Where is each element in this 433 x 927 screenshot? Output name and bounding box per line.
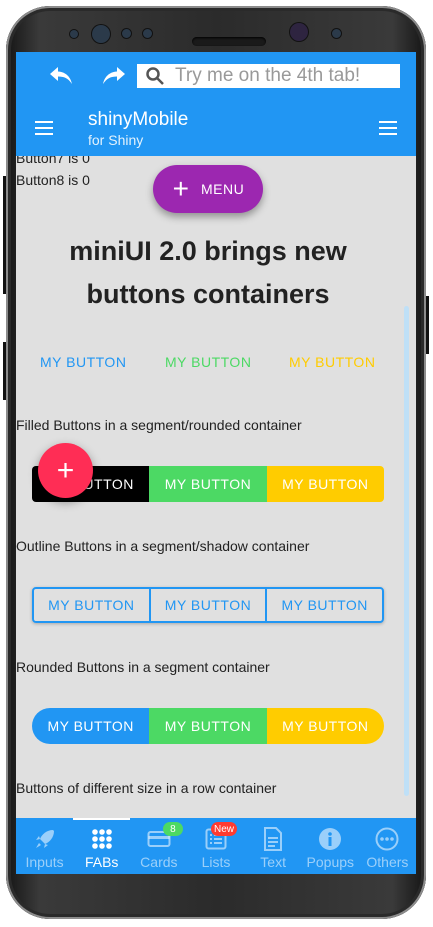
tab-inputs[interactable]: Inputs: [16, 818, 73, 874]
side-button-right: [426, 296, 429, 354]
tab-label: Cards: [140, 854, 178, 870]
front-camera-icon: [92, 25, 110, 43]
tab-label: Lists: [201, 854, 231, 870]
tab-label: Others: [366, 854, 409, 870]
list-icon: New: [203, 822, 237, 852]
tab-others[interactable]: Others: [359, 818, 416, 874]
filled-button-yellow[interactable]: MY BUTTON: [266, 466, 384, 502]
speaker-grill: [192, 37, 266, 46]
navbar: shinyMobile for Shiny: [16, 52, 416, 156]
page-headline: miniUI 2.0 brings new buttons containers: [69, 236, 347, 309]
add-fab-button[interactable]: +: [38, 443, 93, 498]
sensor-dot: [143, 29, 152, 38]
rounded-button-blue[interactable]: MY BUTTON: [32, 708, 150, 744]
plain-button-green[interactable]: MY BUTTON: [165, 354, 251, 370]
document-icon: [260, 826, 286, 852]
tab-cards[interactable]: 8 Cards: [130, 818, 187, 874]
sensor-dot: [122, 29, 131, 38]
rounded-button-yellow[interactable]: MY BUTTON: [266, 708, 384, 744]
rounded-button-green[interactable]: MY BUTTON: [149, 708, 267, 744]
plain-button-yellow[interactable]: MY BUTTON: [289, 354, 375, 370]
tab-fabs[interactable]: FABs: [73, 818, 131, 874]
searchbar[interactable]: [137, 64, 400, 88]
undo-icon[interactable]: [46, 61, 76, 91]
app-screen: shinyMobile for Shiny Button7 is 0 Butto…: [16, 52, 416, 874]
cards-badge: 8: [162, 822, 183, 836]
tab-label: FABs: [84, 854, 119, 870]
info-icon: [317, 826, 343, 852]
sensor-dot: [70, 30, 78, 38]
filled-caption: Filled Buttons in a segment/rounded cont…: [16, 417, 302, 433]
card-icon: 8: [146, 822, 183, 852]
tab-lists[interactable]: New Lists: [187, 818, 244, 874]
outline-button-3[interactable]: MY BUTTON: [265, 589, 382, 621]
plus-icon: +: [172, 173, 190, 204]
rear-sensor-icon: [290, 23, 308, 41]
search-icon: [145, 66, 165, 86]
tab-label: Inputs: [25, 854, 64, 870]
rocket-icon: [32, 826, 58, 852]
page-content: Button7 is 0 Button8 is 0 + MENU miniUI …: [16, 156, 416, 818]
outline-button-1[interactable]: MY BUTTON: [34, 589, 149, 621]
rounded-caption: Rounded Buttons in a segment container: [16, 659, 270, 675]
scrollbar[interactable]: [404, 306, 409, 796]
more-icon: [374, 826, 400, 852]
app-title: shinyMobile: [88, 109, 189, 130]
search-input[interactable]: [165, 65, 400, 87]
plain-button-row: MY BUTTON MY BUTTON MY BUTTON: [16, 354, 400, 374]
left-menu-icon[interactable]: [35, 121, 53, 135]
outline-button-2[interactable]: MY BUTTON: [148, 589, 266, 621]
menu-fab-button[interactable]: + MENU: [153, 165, 263, 213]
tab-text[interactable]: Text: [245, 818, 302, 874]
right-menu-icon[interactable]: [379, 121, 397, 135]
lists-badge: New: [210, 822, 237, 836]
redo-icon[interactable]: [99, 61, 129, 91]
grid-icon: [89, 826, 115, 852]
filled-button-green[interactable]: MY BUTTON: [149, 466, 267, 502]
tab-popups[interactable]: Popups: [302, 818, 359, 874]
plus-icon: +: [56, 453, 75, 487]
button7-value-text: Button7 is 0: [16, 156, 90, 166]
menu-fab-label: MENU: [201, 181, 245, 197]
plain-button-blue[interactable]: MY BUTTON: [40, 354, 126, 370]
size-caption: Buttons of different size in a row conta…: [16, 780, 277, 796]
sensor-dot: [332, 29, 341, 38]
volume-button: [3, 342, 6, 400]
tabbar: Inputs FABs 8 Cards New Lists Text Popup…: [16, 818, 416, 874]
power-button: [3, 176, 6, 294]
outline-segment: MY BUTTON MY BUTTON MY BUTTON: [32, 587, 384, 623]
app-subtitle: for Shiny: [88, 132, 144, 148]
outline-caption: Outline Buttons in a segment/shadow cont…: [16, 538, 310, 554]
button8-value-text: Button8 is 0: [16, 172, 90, 188]
tab-label: Popups: [306, 854, 355, 870]
tab-label: Text: [260, 854, 286, 870]
rounded-segment: MY BUTTON MY BUTTON MY BUTTON: [32, 708, 384, 744]
